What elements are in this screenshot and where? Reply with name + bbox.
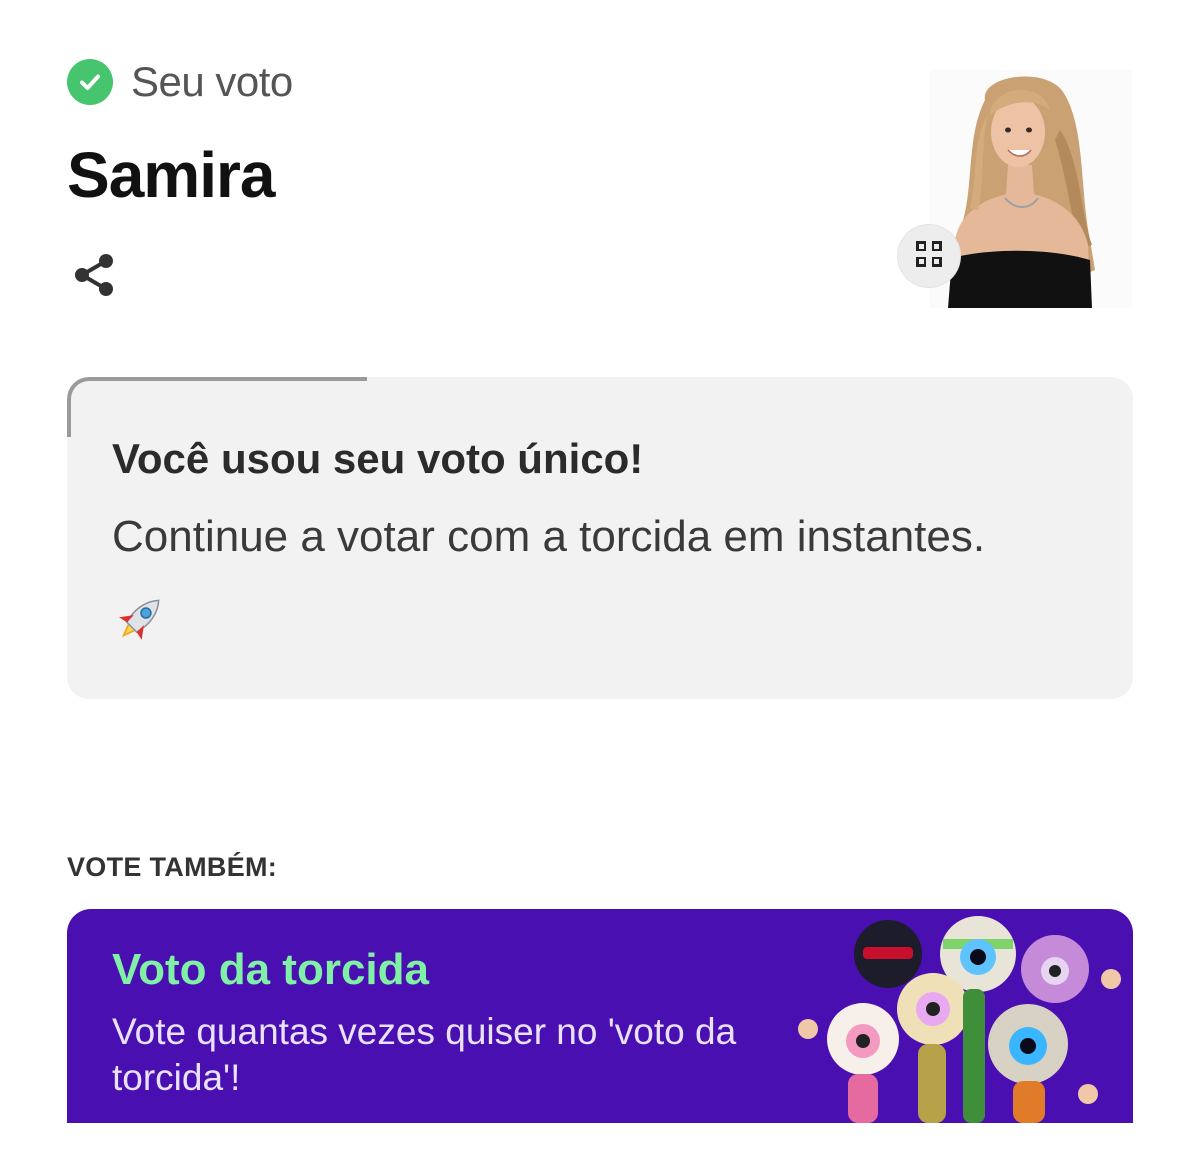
vote-confirmation-card: Você usou seu voto único! Continue a vot… [67, 377, 1133, 699]
status-label: Seu voto [131, 58, 293, 105]
share-icon[interactable] [70, 250, 120, 300]
vote-status: Seu voto [67, 58, 293, 106]
candidate-name: Samira [67, 139, 275, 211]
mascot-illustration [793, 909, 1133, 1123]
card-accent [67, 377, 367, 437]
fan-vote-title: Voto da torcida [112, 945, 429, 994]
fan-vote-card[interactable]: Voto da torcida Vote quantas vezes quise… [67, 909, 1133, 1123]
expand-icon [914, 239, 944, 274]
check-circle-icon [67, 59, 113, 105]
candidate-photo [930, 70, 1132, 308]
card-title: Você usou seu voto único! [112, 435, 644, 482]
rocket-icon [112, 589, 170, 647]
card-body: Continue a votar com a torcida em instan… [112, 512, 986, 561]
fan-vote-description: Vote quantas vezes quiser no 'voto da to… [112, 1011, 737, 1098]
expand-photo-button[interactable] [898, 225, 960, 287]
vote-also-label: VOTE TAMBÉM: [67, 852, 278, 882]
